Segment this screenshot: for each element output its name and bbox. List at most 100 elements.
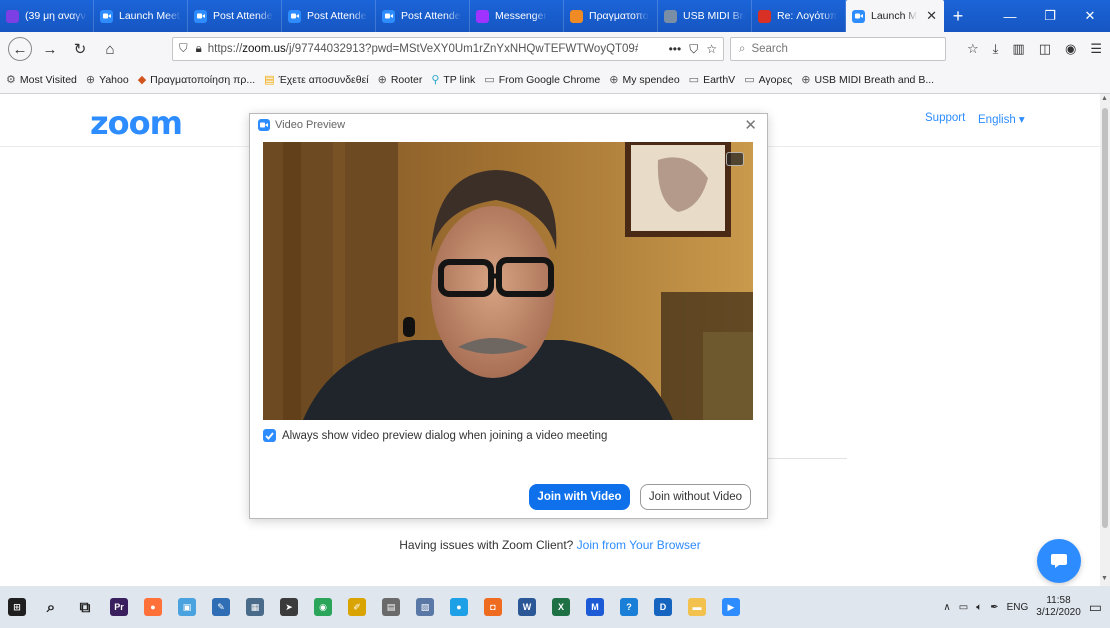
chat-icon [1051, 554, 1067, 568]
dialog-title: Video Preview [258, 119, 345, 131]
pen-icon[interactable]: ✒︎ [990, 602, 998, 613]
notifications-icon[interactable]: ▭ [1089, 599, 1102, 616]
network-icon[interactable]: ▭ [959, 602, 968, 613]
paint-icon[interactable]: ✎ [204, 586, 238, 628]
tab-close-button[interactable]: ✕ [922, 8, 937, 24]
url-bar[interactable]: ⛉ 🔒︎ https://zoom.us/j/97744032913?pwd=M… [172, 37, 724, 61]
malwarebytes-icon[interactable]: M [578, 586, 612, 628]
blue-circle-icon[interactable]: ● [442, 586, 476, 628]
d-app-icon[interactable]: D [646, 586, 680, 628]
zoom-icon [194, 9, 207, 23]
lock-icon: 🔒︎ [195, 42, 202, 55]
library-icon[interactable]: ▥ [1012, 41, 1024, 57]
zoom-icon [382, 9, 395, 23]
window-close-button[interactable]: ✕ [1070, 0, 1110, 32]
home-button[interactable]: ⌂ [98, 37, 122, 61]
folder-icon[interactable]: ▬ [680, 586, 714, 628]
forward-button[interactable]: → [38, 37, 62, 61]
orange-square-icon[interactable]: ◘ [476, 586, 510, 628]
url-text: https://zoom.us/j/97744032913?pwd=MStVeX… [207, 43, 638, 55]
bookmark-item[interactable]: ◆ Πραγματοποίηση πρ... [138, 73, 255, 87]
downloads-icon[interactable]: ⤓ [993, 41, 999, 57]
notes-icon[interactable]: ▧ [408, 586, 442, 628]
clock[interactable]: 11:58 3/12/2020 [1036, 595, 1081, 619]
bookmark-label: EarthV [703, 73, 736, 86]
clipboard-icon[interactable]: ▤ [374, 586, 408, 628]
photos-glyph: ▣ [178, 598, 196, 616]
bookmark-item[interactable]: ⊕ Yahoo [86, 73, 129, 87]
bookmark-item[interactable]: ▭ From Google Chrome [484, 73, 600, 87]
help-glyph: ? [620, 598, 638, 616]
bookmark-item[interactable]: ▤ Έχετε αποσυνδεθεί [264, 73, 368, 87]
join-with-video-button[interactable]: Join with Video [529, 484, 630, 510]
browser-tab[interactable]: (39 μη αναγνω [0, 0, 94, 32]
folder-icon: ▭ [688, 74, 700, 86]
excel-icon[interactable]: X [544, 586, 578, 628]
page-actions-icon[interactable]: ••• [669, 42, 682, 57]
back-button[interactable]: ← [8, 37, 32, 61]
scrollbar-thumb[interactable] [1102, 108, 1108, 528]
search-icon[interactable]: ⌕ [34, 586, 68, 628]
checkbox-label: Always show video preview dialog when jo… [282, 429, 608, 442]
pocket-icon[interactable]: ⛉ [689, 42, 698, 57]
always-show-preview-checkbox[interactable] [263, 429, 276, 442]
account-icon[interactable]: ◉ [1065, 41, 1076, 57]
browser-tab[interactable]: Re: Λογότυπ [752, 0, 846, 32]
menu-icon[interactable]: ☰ [1090, 41, 1102, 57]
dialog-close-button[interactable]: ✕ [744, 116, 757, 134]
browser-tab[interactable]: Launch M ✕ [846, 0, 944, 32]
bookmark-item[interactable]: ⚲ TP link [431, 73, 475, 87]
search-input[interactable]: ⌕ Search [730, 37, 946, 61]
arrow-app-icon[interactable]: ➤ [272, 586, 306, 628]
zoom-icon[interactable]: ▶ [714, 586, 748, 628]
browser-tab[interactable]: USB MIDI Bre [658, 0, 752, 32]
minimize-button[interactable]: — [990, 0, 1030, 32]
browser-tab[interactable]: Post Attende [188, 0, 282, 32]
browser-tab[interactable]: Πραγματοπο [564, 0, 658, 32]
word-icon[interactable]: W [510, 586, 544, 628]
join-from-browser-link[interactable]: Join from Your Browser [577, 538, 701, 552]
always-show-preview-row[interactable]: Always show video preview dialog when jo… [263, 429, 607, 442]
browser-tab[interactable]: Post Attende [376, 0, 470, 32]
reload-button[interactable]: ↻ [68, 37, 92, 61]
pen-icon[interactable]: ✐ [340, 586, 374, 628]
camera-switch-icon[interactable] [726, 152, 744, 166]
language-indicator[interactable]: ENG [1007, 602, 1029, 613]
tab-label: Launch M [871, 10, 918, 22]
volume-icon[interactable]: 🔈︎ [976, 602, 982, 613]
bookmark-item[interactable]: ⊕ My spendeo [609, 73, 679, 87]
language-dropdown[interactable]: English ▾ [978, 112, 1025, 126]
help-icon[interactable]: ? [612, 586, 646, 628]
windows-start-icon[interactable]: ⊞ [0, 586, 34, 628]
firefox-glyph: ● [144, 598, 162, 616]
chat-button[interactable] [1037, 539, 1081, 583]
photos-icon[interactable]: ▣ [170, 586, 204, 628]
bookmark-item[interactable]: ⚙︎ Most Visited [6, 73, 77, 87]
page-scrollbar[interactable]: ▲ ▼ [1100, 94, 1110, 586]
browser-tab[interactable]: Messenger [470, 0, 564, 32]
sidebar-icon[interactable]: ◫ [1039, 41, 1051, 57]
tab-label: USB MIDI Bre [683, 10, 745, 22]
premiere-icon[interactable]: Pr [102, 586, 136, 628]
bookmark-item[interactable]: ▭ Αγορες [744, 73, 792, 87]
join-without-video-button[interactable]: Join without Video [640, 484, 751, 510]
task-view-icon[interactable]: ⧉ [68, 586, 102, 628]
chrome-like-icon[interactable]: ◉ [306, 586, 340, 628]
browser-tab[interactable]: Launch Meeti [94, 0, 188, 32]
browser-tab[interactable]: Post Attende [282, 0, 376, 32]
diamond-icon [570, 9, 583, 23]
bookmark-item[interactable]: ⊕ Rooter [378, 73, 423, 87]
bookmark-item[interactable]: ▭ EarthV [688, 73, 736, 87]
firefox-icon[interactable]: ● [136, 586, 170, 628]
maximize-button[interactable]: ❐ [1030, 0, 1070, 32]
bookmark-star-icon[interactable]: ☆ [706, 42, 717, 57]
bookmarks-menu-icon[interactable]: ☆ [967, 41, 979, 57]
new-tab-button[interactable]: + [944, 0, 972, 32]
zoom-logo[interactable]: zoom [90, 104, 183, 142]
bookmark-item[interactable]: ⊕ USB MIDI Breath and B... [801, 73, 934, 87]
support-link[interactable]: Support [925, 112, 965, 124]
folder-icon: ▭ [484, 74, 495, 86]
tab-label: Messenger [495, 10, 547, 22]
tray-chevron-icon[interactable]: ∧ [943, 602, 950, 613]
calculator-icon[interactable]: ▦ [238, 586, 272, 628]
